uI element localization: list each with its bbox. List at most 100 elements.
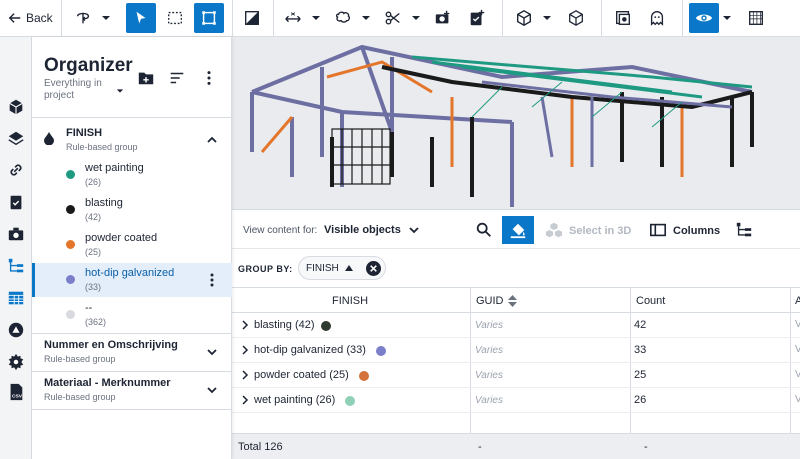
columns-button[interactable]: Columns bbox=[673, 225, 720, 237]
cloud-markup-button[interactable] bbox=[328, 3, 358, 33]
sidebar-models-button[interactable] bbox=[5, 96, 27, 118]
columns-icon[interactable] bbox=[649, 221, 667, 239]
row-count: 25 bbox=[634, 369, 647, 381]
visibility-button[interactable] bbox=[688, 3, 719, 33]
add-todo-button[interactable] bbox=[462, 3, 492, 33]
select-pointer-button[interactable] bbox=[125, 3, 156, 33]
isolate-button[interactable] bbox=[561, 3, 591, 33]
sidebar-organizer-button[interactable] bbox=[5, 255, 27, 277]
paint-bucket-button[interactable] bbox=[502, 216, 534, 244]
group-item-unassigned[interactable]: -- (362) bbox=[32, 298, 232, 332]
item-count: (25) bbox=[85, 247, 102, 257]
chevron-right-icon[interactable] bbox=[240, 345, 250, 355]
chevron-right-icon[interactable] bbox=[240, 320, 250, 330]
camera-icon bbox=[8, 227, 24, 241]
column-header-a[interactable]: A bbox=[790, 287, 800, 313]
color-dot bbox=[359, 371, 369, 381]
sidebar-table-button[interactable] bbox=[5, 287, 27, 309]
table-total-row: Total 126 - - bbox=[232, 433, 800, 459]
table-row[interactable]: powder coated (25) Varies 25 Va bbox=[232, 363, 800, 388]
layers-button[interactable] bbox=[608, 3, 638, 33]
measure-dropdown[interactable] bbox=[310, 3, 322, 33]
sidebar-extensions-button[interactable] bbox=[5, 351, 27, 373]
column-header-count[interactable]: Count bbox=[630, 287, 790, 313]
ghost-button[interactable] bbox=[642, 3, 672, 33]
sort-arrows-icon[interactable] bbox=[508, 295, 517, 307]
sidebar-todos-button[interactable] bbox=[5, 191, 27, 213]
3d-viewport[interactable] bbox=[232, 37, 800, 209]
scope-caret-icon[interactable] bbox=[116, 87, 124, 95]
select-in-3d-button[interactable]: Select in 3D bbox=[569, 225, 631, 237]
caret-down-icon bbox=[411, 16, 420, 20]
column-label: GUID bbox=[476, 295, 504, 307]
rotate-button[interactable] bbox=[68, 3, 98, 33]
back-button[interactable]: Back bbox=[0, 0, 61, 37]
group-item-blasting[interactable]: blasting (42) bbox=[32, 193, 232, 227]
snapshot-button[interactable] bbox=[428, 3, 458, 33]
measure-button[interactable] bbox=[278, 3, 308, 33]
more-options-icon[interactable] bbox=[206, 273, 218, 287]
svg-text:CSV: CSV bbox=[12, 393, 23, 399]
color-dot bbox=[66, 170, 75, 179]
row-extra: Va bbox=[795, 394, 800, 405]
group-by-chip[interactable]: FINISH bbox=[298, 256, 386, 280]
tree-structure-icon[interactable] bbox=[735, 221, 753, 239]
table-row[interactable]: blasting (42) Varies 42 Va bbox=[232, 313, 800, 338]
sidebar-links-button[interactable] bbox=[5, 159, 27, 181]
group-item-powder-coated[interactable]: powder coated (25) bbox=[32, 228, 232, 262]
group-nummer-en-omschrijving[interactable]: Nummer en Omschrijving Rule-based group bbox=[32, 334, 232, 372]
caret-down-icon bbox=[722, 16, 731, 20]
more-options-icon[interactable] bbox=[200, 69, 218, 87]
close-icon[interactable] bbox=[366, 261, 381, 276]
cloud-markup-dropdown[interactable] bbox=[360, 3, 372, 33]
group-by-label: GROUP BY: bbox=[238, 264, 293, 274]
back-label: Back bbox=[26, 11, 53, 25]
view-content-dropdown[interactable]: Visible objects bbox=[324, 224, 401, 236]
caret-up-icon[interactable] bbox=[345, 265, 353, 271]
sidebar-clash-button[interactable] bbox=[5, 319, 27, 341]
group-materiaal-merknummer[interactable]: Materiaal - Merknummer Rule-based group bbox=[32, 372, 232, 410]
rectangle-select-button[interactable] bbox=[160, 3, 190, 33]
chevron-right-icon[interactable] bbox=[240, 370, 250, 380]
slope-button[interactable] bbox=[237, 3, 267, 33]
column-header-finish[interactable]: FINISH bbox=[232, 287, 470, 313]
grid-button[interactable] bbox=[741, 3, 771, 33]
sidebar-views-button[interactable] bbox=[5, 223, 27, 245]
paint-bucket-icon bbox=[510, 223, 526, 239]
sidebar-csv-button[interactable]: CSV bbox=[5, 381, 27, 403]
rotate-dropdown[interactable] bbox=[100, 3, 112, 33]
chip-label: FINISH bbox=[306, 263, 339, 274]
group-finish[interactable]: FINISH Rule-based group wet painting (26… bbox=[32, 118, 232, 334]
add-folder-icon[interactable] bbox=[137, 69, 155, 87]
clipboard-check-icon bbox=[10, 195, 22, 210]
group-item-hot-dip-galvanized[interactable]: hot-dip galvanized (33) bbox=[32, 263, 232, 297]
cut-button[interactable] bbox=[378, 3, 408, 33]
group-item-wet-painting[interactable]: wet painting (26) bbox=[32, 158, 232, 192]
chevron-right-icon[interactable] bbox=[240, 395, 250, 405]
object-mode-button[interactable] bbox=[509, 3, 539, 33]
chevron-up-icon[interactable] bbox=[206, 134, 218, 146]
visibility-dropdown[interactable] bbox=[721, 3, 733, 33]
organizer-scope[interactable]: Everything in project bbox=[44, 78, 104, 102]
link-icon bbox=[10, 164, 22, 176]
chevron-down-icon[interactable] bbox=[408, 224, 420, 236]
fit-frame-button[interactable] bbox=[193, 3, 224, 33]
cut-dropdown[interactable] bbox=[410, 3, 422, 33]
sort-icon[interactable] bbox=[168, 69, 186, 87]
search-icon[interactable] bbox=[475, 221, 493, 239]
left-sidebar: CSV bbox=[0, 37, 32, 459]
sidebar-layers-button[interactable] bbox=[5, 127, 27, 149]
table-row[interactable]: wet painting (26) Varies 26 Va bbox=[232, 388, 800, 413]
object-mode-dropdown[interactable] bbox=[541, 3, 553, 33]
group-type: Rule-based group bbox=[44, 354, 116, 364]
color-dot bbox=[376, 346, 386, 356]
chevron-down-icon[interactable] bbox=[206, 384, 218, 396]
table-row[interactable]: hot-dip galvanized (33) Varies 33 Va bbox=[232, 338, 800, 363]
column-header-guid[interactable]: GUID bbox=[470, 287, 630, 313]
item-count: (42) bbox=[85, 212, 102, 222]
chevron-down-icon[interactable] bbox=[206, 346, 218, 358]
row-count: 26 bbox=[634, 394, 647, 406]
steel-frame-model[interactable] bbox=[232, 37, 800, 209]
select-pointer-icon bbox=[136, 11, 146, 24]
caret-down-icon bbox=[542, 16, 551, 20]
